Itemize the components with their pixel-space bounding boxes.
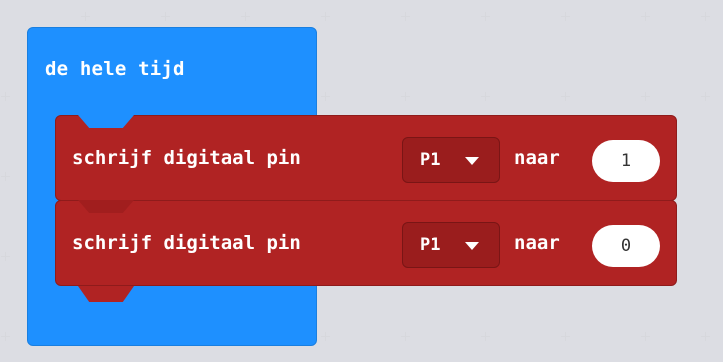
grid-marker	[321, 332, 330, 341]
to-label: naar	[514, 147, 560, 169]
pin-value: P1	[420, 150, 441, 170]
caret-down-icon	[465, 157, 479, 165]
grid-marker	[561, 332, 570, 341]
grid-marker	[701, 332, 710, 341]
digital-write-label: schrijf digitaal pin	[72, 147, 301, 169]
block-top-notch	[78, 115, 134, 128]
grid-marker	[161, 12, 170, 21]
grid-marker	[1, 332, 10, 341]
digital-write-block-2[interactable]: schrijf digitaal pin P1 naar 0	[55, 200, 677, 286]
blocks-workspace[interactable]: de hele tijd schrijf digitaal pin P1 naa…	[0, 0, 723, 362]
grid-marker	[241, 12, 250, 21]
to-label: naar	[514, 232, 560, 254]
pin-dropdown[interactable]: P1	[402, 137, 500, 183]
grid-marker	[1, 252, 10, 261]
pin-value: P1	[420, 235, 441, 255]
grid-marker	[701, 92, 710, 101]
value-input[interactable]: 1	[592, 140, 660, 182]
value-input[interactable]: 0	[592, 225, 660, 267]
grid-marker	[481, 92, 490, 101]
grid-marker	[1, 172, 10, 181]
grid-marker	[401, 332, 410, 341]
grid-marker	[561, 92, 570, 101]
grid-marker	[321, 92, 330, 101]
grid-marker	[81, 12, 90, 21]
pin-dropdown[interactable]: P1	[402, 222, 500, 268]
grid-marker	[701, 12, 710, 21]
digital-write-label: schrijf digitaal pin	[72, 232, 301, 254]
grid-marker	[481, 332, 490, 341]
value-text: 1	[620, 151, 632, 171]
block-top-notch	[78, 200, 134, 213]
forever-block-label: de hele tijd	[45, 58, 185, 80]
grid-marker	[401, 12, 410, 21]
grid-marker	[641, 92, 650, 101]
value-text: 0	[620, 236, 632, 256]
digital-write-block-1[interactable]: schrijf digitaal pin P1 naar 1	[55, 115, 677, 201]
grid-marker	[401, 92, 410, 101]
grid-marker	[641, 12, 650, 21]
grid-marker	[481, 12, 490, 21]
caret-down-icon	[465, 242, 479, 250]
grid-marker	[561, 12, 570, 21]
grid-marker	[321, 12, 330, 21]
grid-marker	[641, 332, 650, 341]
grid-marker	[1, 92, 10, 101]
